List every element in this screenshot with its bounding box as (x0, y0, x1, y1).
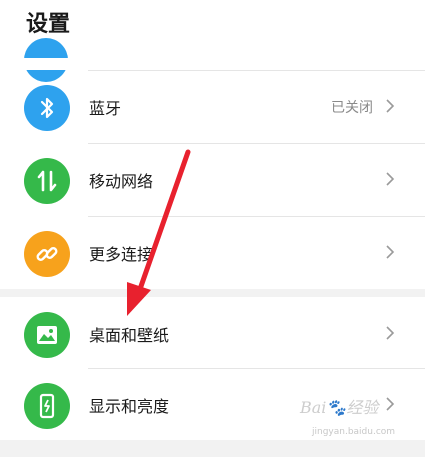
watermark-url: jingyan.baidu.com (312, 427, 396, 437)
chevron-right-icon (386, 99, 395, 113)
link-icon (24, 231, 70, 277)
display-brightness-icon (24, 383, 70, 429)
chevron-right-icon (386, 326, 395, 340)
scroll-mask (0, 58, 425, 70)
group-gap (0, 440, 425, 457)
mobile-network-icon (24, 158, 70, 204)
settings-item-bluetooth[interactable]: 蓝牙 已关闭 (0, 71, 425, 143)
wallpaper-icon (24, 312, 70, 358)
bluetooth-status: 已关闭 (331, 100, 373, 116)
settings-item-label: 显示和亮度 (89, 397, 170, 416)
settings-item-label: 蓝牙 (89, 99, 122, 118)
bluetooth-icon (24, 85, 70, 131)
settings-item-more-connections[interactable]: 更多连接 (0, 217, 425, 289)
settings-item-label: 更多连接 (89, 245, 154, 264)
chevron-right-icon (386, 172, 395, 186)
chevron-right-icon (386, 397, 395, 411)
chevron-right-icon (386, 245, 395, 259)
settings-item-label: 桌面和壁纸 (89, 326, 170, 345)
settings-item-desktop-wallpaper[interactable]: 桌面和壁纸 (0, 298, 425, 370)
watermark-logo: Bai🐾经验 (300, 398, 379, 417)
settings-item-label: 移动网络 (89, 172, 154, 191)
page-title: 设置 (26, 12, 71, 37)
settings-item-mobile-network[interactable]: 移动网络 (0, 144, 425, 216)
